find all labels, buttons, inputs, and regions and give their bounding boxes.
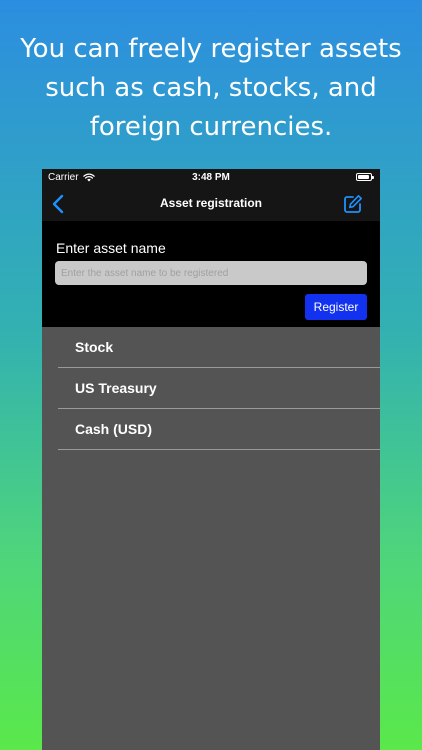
status-bar: Carrier 3:48 PM [42, 169, 380, 187]
form-area: Carrier 3:48 PM Asset registration Enter… [42, 169, 380, 327]
asset-item-label: Cash (USD) [75, 421, 153, 437]
compose-icon[interactable] [342, 193, 364, 215]
status-time: 3:48 PM [192, 172, 230, 183]
list-item[interactable]: Cash (USD) [42, 409, 380, 450]
phone-screen: Carrier 3:48 PM Asset registration Enter… [42, 169, 380, 750]
list-item[interactable]: US Treasury [42, 368, 380, 409]
battery-icon [356, 173, 374, 181]
asset-item-label: US Treasury [75, 380, 157, 396]
register-button[interactable]: Register [305, 294, 367, 320]
asset-list: Stock US Treasury Cash (USD) [42, 327, 380, 450]
asset-name-label: Enter asset name [56, 240, 166, 256]
list-item[interactable]: Stock [42, 327, 380, 368]
navigation-bar: Carrier 3:48 PM Asset registration [42, 169, 380, 221]
asset-name-input[interactable] [55, 261, 367, 285]
asset-item-label: Stock [75, 339, 114, 355]
page-title: Asset registration [159, 196, 263, 210]
headline: You can freely register assets such as c… [20, 34, 402, 142]
